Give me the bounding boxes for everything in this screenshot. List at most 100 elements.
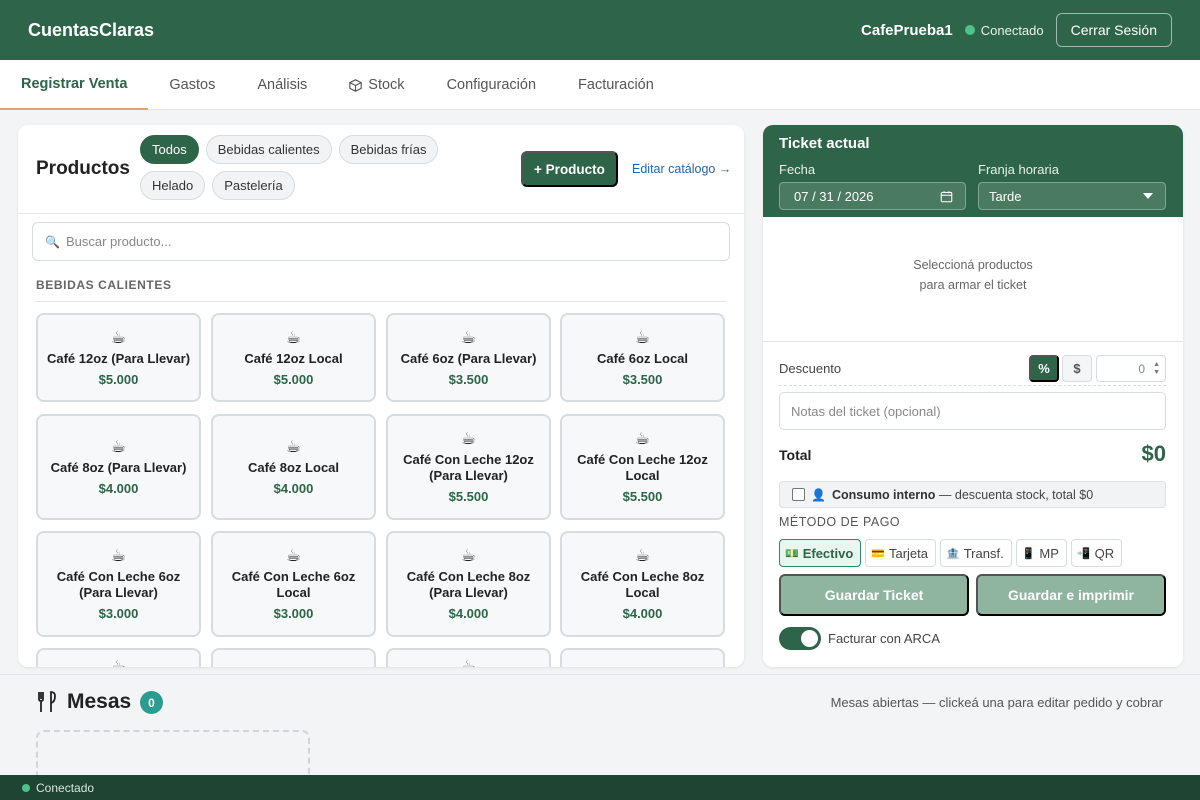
product-card-partial[interactable]: ☕: [36, 648, 201, 667]
product-card-partial[interactable]: [560, 648, 725, 667]
product-card[interactable]: ☕ Café Con Leche 12oz Local $5.500: [560, 414, 725, 520]
pay-transferencia-button[interactable]: 🏦 Transf.: [940, 539, 1012, 567]
arca-toggle[interactable]: [779, 627, 821, 650]
tab-label: Registrar Venta: [21, 76, 128, 92]
section-divider: [36, 301, 726, 302]
mesas-title: Mesas: [67, 690, 132, 713]
save-ticket-button[interactable]: Guardar Ticket: [779, 574, 969, 616]
filter-helado[interactable]: Helado: [140, 171, 206, 200]
product-card[interactable]: ☕ Café 6oz (Para Llevar) $3.500: [386, 313, 551, 402]
product-card[interactable]: ☕ Café Con Leche 6oz Local $3.000: [211, 531, 376, 637]
tab-configuracion[interactable]: Configuración: [426, 60, 557, 110]
internal-consumption-row[interactable]: 👤 Consumo interno — descuenta stock, tot…: [779, 481, 1166, 508]
tab-registrar-venta[interactable]: Registrar Venta: [0, 60, 149, 110]
product-price: $3.500: [448, 371, 489, 387]
filter-bebidas-calientes[interactable]: Bebidas calientes: [205, 135, 332, 164]
top-bar: CuentasClaras CafePrueba1 Conectado Cerr…: [0, 0, 1200, 60]
internal-consumption-checkbox[interactable]: [792, 488, 805, 501]
pay-mp-button[interactable]: 📱 MP: [1015, 539, 1067, 567]
empty-ticket-message: Seleccioná productos para armar el ticke…: [763, 255, 1183, 295]
date-value: 07 / 31 / 2026: [794, 188, 874, 204]
pay-label: MP: [1039, 545, 1059, 561]
mesas-divider: [0, 674, 1200, 675]
toggle-knob: [801, 630, 818, 647]
coffee-cup-icon: ☕: [285, 327, 302, 347]
product-name: Café Con Leche 6oz Local: [231, 569, 356, 600]
internal-bold: Consumo interno: [831, 487, 936, 502]
product-card[interactable]: ☕ Café Con Leche 8oz Local $4.000: [560, 531, 725, 637]
edit-catalog-link[interactable]: Editar catálogo →: [632, 162, 731, 176]
chevron-down-icon: [1143, 193, 1153, 199]
brand-logo[interactable]: CuentasClaras: [28, 20, 154, 41]
coffee-cup-icon: ☕: [634, 429, 651, 448]
product-card[interactable]: ☕ Café 12oz (Para Llevar) $5.000: [36, 313, 201, 402]
fork-knife-icon: [36, 690, 60, 720]
product-card[interactable]: ☕ Café Con Leche 6oz (Para Llevar) $3.00…: [36, 531, 201, 637]
search-input[interactable]: 🔍 Buscar producto...: [32, 222, 730, 261]
tab-gastos[interactable]: Gastos: [148, 60, 236, 110]
person-icon: 👤: [811, 487, 826, 502]
add-product-button[interactable]: + Producto: [521, 151, 618, 187]
product-name: Café Con Leche 6oz (Para Llevar): [56, 569, 181, 600]
stepper-icon[interactable]: ▲ ▼: [1153, 361, 1160, 377]
empty-line: Seleccioná productos: [913, 258, 1033, 272]
product-card[interactable]: ☕ Café 6oz Local $3.500: [560, 313, 725, 402]
discount-input[interactable]: 0 ▲ ▼: [1096, 355, 1166, 382]
tab-label: Gastos: [169, 77, 216, 93]
save-print-button[interactable]: Guardar e imprimir: [976, 574, 1166, 616]
discount-percent-button[interactable]: %: [1029, 355, 1059, 382]
filter-todos[interactable]: Todos: [140, 135, 199, 164]
product-card-partial[interactable]: ☕: [386, 648, 551, 667]
date-input[interactable]: 07 / 31 / 2026: [779, 182, 966, 210]
pay-label: Transf.: [963, 545, 1004, 561]
logout-button[interactable]: Cerrar Sesión: [1055, 13, 1172, 47]
ticket-notes-input[interactable]: Notas del ticket (opcional): [779, 392, 1166, 430]
product-card[interactable]: ☕ Café 8oz (Para Llevar) $4.000: [36, 414, 201, 520]
box-icon: [349, 78, 363, 92]
cash-icon: 💵: [785, 547, 799, 560]
tab-label: Stock: [368, 77, 405, 93]
tab-analisis[interactable]: Análisis: [236, 60, 328, 110]
mesas-hint: Mesas abiertas — clickeá una para editar…: [830, 695, 1163, 710]
date-label: Fecha: [779, 162, 816, 177]
coffee-cup-icon: ☕: [460, 327, 477, 347]
slot-select[interactable]: Tarde: [978, 182, 1166, 210]
ticket-title: Ticket actual: [779, 135, 870, 152]
card-icon: 💳: [871, 547, 885, 560]
coffee-cup-icon: ☕: [285, 546, 302, 565]
pay-tarjeta-button[interactable]: 💳 Tarjeta: [865, 539, 937, 567]
product-price: $5.000: [273, 371, 314, 387]
product-name: Café 12oz Local: [244, 350, 343, 366]
section-label: BEBIDAS CALIENTES: [36, 278, 172, 292]
calendar-icon[interactable]: [940, 190, 953, 203]
pay-efectivo-button[interactable]: 💵 Efectivo: [779, 539, 862, 567]
bank-icon: 🏦: [946, 547, 960, 560]
product-price: $3.000: [98, 606, 139, 621]
internal-rest: — descuenta stock, total $0: [935, 487, 1094, 502]
product-card[interactable]: ☕ Café 8oz Local $4.000: [211, 414, 376, 520]
product-name: Café Con Leche 8oz Local: [580, 569, 705, 600]
product-price: $4.000: [98, 481, 139, 496]
pay-qr-button[interactable]: 📲 QR: [1070, 539, 1123, 567]
tab-facturacion[interactable]: Facturación: [557, 60, 675, 110]
discount-amount-button[interactable]: $: [1062, 355, 1092, 382]
coffee-cup-icon: ☕: [110, 327, 127, 347]
coffee-cup-icon: ☕: [110, 437, 127, 456]
product-card[interactable]: ☕ Café Con Leche 12oz (Para Llevar) $5.5…: [386, 414, 551, 520]
products-panel: Productos Todos Bebidas calientes Bebida…: [18, 125, 744, 667]
filter-pasteleria[interactable]: Pastelería: [212, 171, 295, 200]
filter-bebidas-frias[interactable]: Bebidas frías: [338, 135, 439, 164]
product-card-partial[interactable]: [211, 648, 376, 667]
user-area: CafePrueba1 Conectado Cerrar Sesión: [861, 13, 1172, 47]
mesas-count-badge: 0: [140, 691, 163, 714]
coffee-cup-icon: ☕: [110, 546, 127, 565]
category-filters: Todos Bebidas calientes Bebidas frías He…: [140, 135, 470, 200]
tab-stock[interactable]: Stock: [328, 60, 425, 110]
search-icon: 🔍: [45, 234, 60, 249]
status-label: Conectado: [36, 780, 95, 795]
payment-method-label: MÉTODO DE PAGO: [779, 515, 901, 529]
product-card[interactable]: ☕ Café Con Leche 8oz (Para Llevar) $4.00…: [386, 531, 551, 637]
total-label: Total: [779, 447, 812, 463]
divider: [763, 341, 1183, 342]
product-card[interactable]: ☕ Café 12oz Local $5.000: [211, 313, 376, 402]
